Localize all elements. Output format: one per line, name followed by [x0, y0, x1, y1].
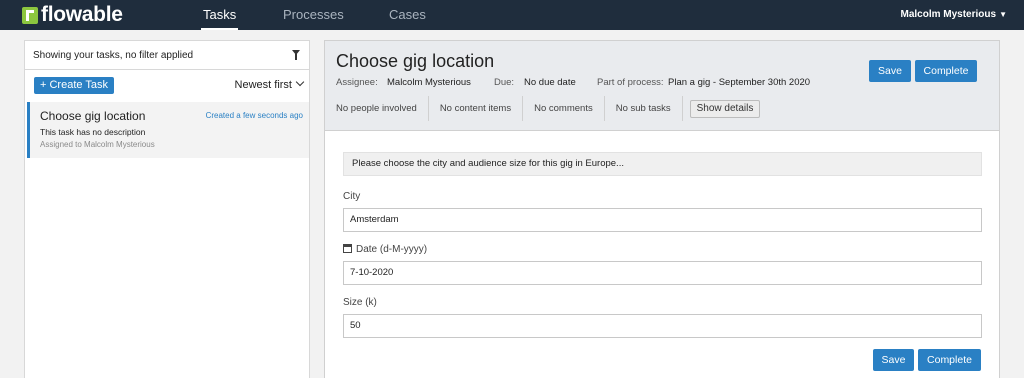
task-item-name: Choose gig location — [40, 109, 146, 123]
task-detail-panel: Choose gig location Assignee: Malcolm My… — [324, 40, 1000, 378]
assignee-label: Assignee: — [336, 77, 378, 88]
due-value[interactable]: No due date — [524, 77, 576, 88]
city-input[interactable]: Amsterdam — [343, 208, 982, 232]
nav-tab-tasks[interactable]: Tasks — [200, 0, 239, 30]
date-input[interactable]: 7-10-2020 — [343, 261, 982, 285]
logo-icon — [22, 6, 38, 24]
size-label: Size (k) — [343, 297, 377, 308]
process-link[interactable]: Plan a gig - September 30th 2020 — [668, 77, 810, 88]
task-item-assignee: Assigned to Malcolm Mysterious — [40, 140, 155, 149]
date-label: Date — [356, 244, 378, 255]
nav-tab-cases[interactable]: Cases — [389, 0, 426, 30]
logo-text: flowable — [41, 3, 123, 26]
task-item-description: This task has no description — [40, 127, 146, 137]
sort-label: Newest first — [234, 79, 292, 91]
chevron-down-icon: ▼ — [999, 10, 1007, 19]
task-detail-header: Choose gig location Assignee: Malcolm My… — [325, 41, 999, 131]
filter-text: Showing your tasks, no filter applied — [33, 49, 194, 61]
comments-chip[interactable]: No comments — [523, 96, 605, 121]
task-item-created: Created a few seconds ago — [205, 111, 303, 120]
task-form: Please choose the city and audience size… — [343, 152, 982, 338]
process-label: Part of process: — [597, 77, 664, 88]
header-save-button[interactable]: Save — [869, 60, 911, 82]
filter-icon[interactable] — [291, 50, 301, 60]
user-name: Malcolm Mysterious — [900, 9, 997, 20]
city-label: City — [343, 191, 361, 202]
form-save-button[interactable]: Save — [873, 349, 914, 371]
calendar-icon — [343, 244, 352, 253]
create-task-button[interactable]: + Create Task — [34, 77, 114, 94]
form-complete-button[interactable]: Complete — [918, 349, 981, 371]
top-navbar: flowable Tasks Processes Cases Malcolm M… — [0, 0, 1024, 30]
nav-tab-processes[interactable]: Processes — [283, 0, 344, 30]
filter-bar[interactable]: Showing your tasks, no filter applied — [25, 41, 309, 70]
user-menu[interactable]: Malcolm Mysterious ▼ — [900, 0, 1007, 30]
assignee-value[interactable]: Malcolm Mysterious — [387, 77, 471, 88]
date-format-hint: (d-M-yyyy) — [379, 244, 428, 255]
people-chip[interactable]: No people involved — [325, 96, 429, 121]
task-list-panel: Showing your tasks, no filter applied + … — [24, 40, 310, 378]
size-input[interactable]: 50 — [343, 314, 982, 338]
chevron-down-icon — [295, 77, 305, 87]
content-items-chip[interactable]: No content items — [429, 96, 524, 121]
show-details-button[interactable]: Show details — [689, 99, 761, 118]
flowable-logo[interactable]: flowable — [22, 3, 123, 26]
task-title: Choose gig location — [336, 51, 495, 71]
form-instruction: Please choose the city and audience size… — [343, 152, 982, 176]
task-list-item[interactable]: Choose gig location Created a few second… — [27, 102, 309, 158]
date-label-group: Date (d-M-yyyy) — [343, 244, 427, 255]
due-label: Due: — [494, 77, 515, 88]
header-complete-button[interactable]: Complete — [915, 60, 977, 82]
sub-tasks-chip[interactable]: No sub tasks — [605, 96, 683, 121]
sort-dropdown[interactable]: Newest first — [234, 77, 305, 91]
task-info-bar: No people involved No content items No c… — [325, 96, 761, 121]
